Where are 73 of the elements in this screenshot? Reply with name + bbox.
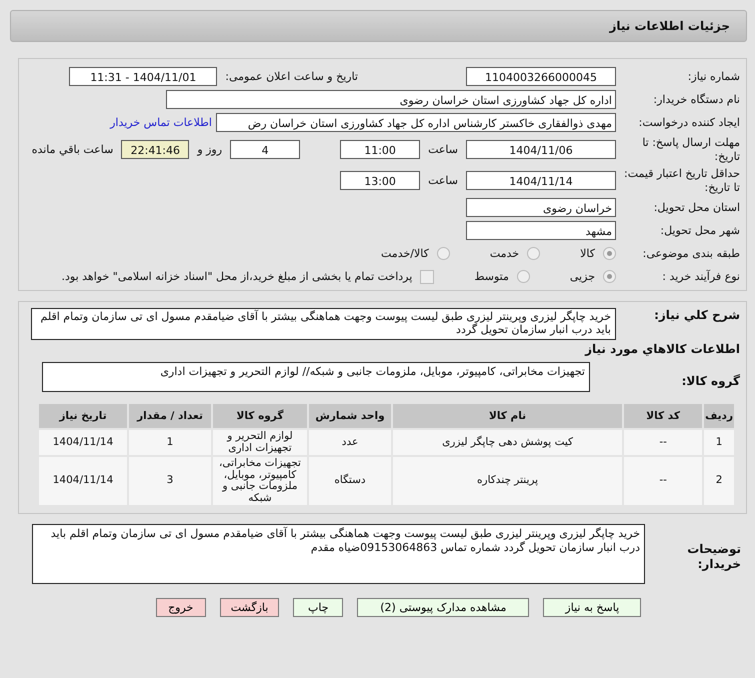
column-header: ردیف xyxy=(703,403,735,429)
field-label: مهلت ارسال پاسخ: تا تاریخ: xyxy=(641,136,741,163)
action-button[interactable]: چاپ xyxy=(293,598,344,618)
column-header: واحد شمارش xyxy=(308,403,392,429)
table-cell: 1 xyxy=(128,429,212,456)
checkbox[interactable] xyxy=(420,270,434,284)
column-header: نام کالا xyxy=(392,403,624,429)
table-cell: -- xyxy=(623,456,704,506)
radio-label: خدمت xyxy=(490,247,520,260)
page-title: جزئیات اطلاعات نیاز xyxy=(609,19,730,33)
table-cell: 3 xyxy=(128,456,212,506)
radio-button[interactable] xyxy=(516,270,530,283)
field-label: تاریخ و ساعت اعلان عمومی: xyxy=(224,70,359,83)
table-cell: عدد xyxy=(308,429,392,456)
action-button[interactable]: بازگشت xyxy=(220,598,280,618)
field-label: شماره نیاز: xyxy=(686,70,741,84)
remaining-time-field: 22:41:46 xyxy=(121,140,190,159)
action-button[interactable]: خروج xyxy=(156,598,206,618)
radio-label: کالا/خدمت xyxy=(381,247,429,260)
creator-field[interactable]: مهدی ذوالفقاری خاکستر کارشناس اداره کل جهاد کشاورزی استان خراسان رض xyxy=(216,113,616,132)
radio-button[interactable] xyxy=(436,247,450,260)
field-label: ساعت xyxy=(427,174,459,187)
table-cell: پرینتر چندکاره xyxy=(392,456,624,506)
checkbox-label: پرداخت تمام یا بخشی از مبلغ خرید،از محل "اسناد خزانه اسلامی" خواهد بود. xyxy=(62,270,412,283)
buyer-notes-box[interactable]: خرید چاپگر لیزری وپرینتر لیزری طبق لیست پیوست وجهت هماهنگی بیشتر با آقای ضیامقدم مسول ای تی سازمان وتمام اقلم باید درب انبار سازمان تحویل گردد شماره تماس 09153064863ضیاه مقدم xyxy=(32,524,645,584)
action-button[interactable]: مشاهده مدارک پیوستی (2) xyxy=(357,598,530,618)
goods-group-box[interactable]: تجهیزات مخابراتی، کامپیوتر، موبایل، ملزومات جانبی و شبکه// لوازم التحریر و تجهیزات اداری xyxy=(42,362,590,392)
table-cell: 1404/11/14 xyxy=(38,429,128,456)
field-label: گروه کالا: xyxy=(680,373,741,388)
days-field[interactable]: 4 xyxy=(230,140,300,159)
table-cell: 1404/11/14 xyxy=(38,456,128,506)
field-label: روز و xyxy=(196,143,224,156)
column-header: کد کالا xyxy=(623,403,704,429)
field-label: نوع فرآیند خرید : xyxy=(661,270,741,284)
field-label: حداقل تاریخ اعتبار قیمت: تا تاریخ: xyxy=(623,167,741,194)
time-field[interactable]: 11:00 xyxy=(340,140,420,159)
table-cell: -- xyxy=(623,429,704,456)
field-label: ایجاد کننده درخواست: xyxy=(638,116,741,130)
column-header: تاریخ نیاز xyxy=(38,403,128,429)
announce-date-field[interactable]: 1404/11/01 - 11:31 xyxy=(69,67,218,86)
radio-button[interactable] xyxy=(603,247,616,260)
need-number-field[interactable]: 1104003266000045 xyxy=(466,67,616,86)
table-cell: دستگاه xyxy=(308,456,392,506)
contact-link[interactable]: اطلاعات تماس خریدار xyxy=(110,116,216,129)
table-cell: کیت پوشش دهی چاپگر لیزری xyxy=(392,429,624,456)
table-cell: تجهیزات مخابراتی، کامپیوتر، موبایل، ملزومات جانبی و شبکه xyxy=(212,456,308,506)
field-label: استان محل تحویل: xyxy=(652,200,741,214)
date-field[interactable]: 1404/11/06 xyxy=(466,140,616,159)
time-field[interactable]: 13:00 xyxy=(340,171,420,190)
field-label: طبقه بندی موضوعی: xyxy=(642,246,741,260)
radio-label: متوسط xyxy=(474,270,509,283)
table-cell: لوازم التحریر و تجهیزات اداری xyxy=(212,429,308,456)
description-box[interactable]: خرید چاپگر لیزری وپرینتر لیزری طبق لیست پیوست وجهت هماهنگی بیشتر با آقای ضیامقدم مسول ای تی سازمان وتمام اقلم باید درب انبار سازمان تحویل گردد xyxy=(31,308,616,340)
field-label: شرح کلي نياز: xyxy=(653,308,741,322)
table-cell: 2 xyxy=(703,456,735,506)
section-heading: اطلاعات کالاهاي مورد نياز xyxy=(584,341,741,358)
city-field[interactable]: مشهد xyxy=(466,221,616,240)
radio-label: کالا xyxy=(580,247,595,260)
action-button[interactable]: پاسخ به نیاز xyxy=(543,598,642,618)
column-header: گروه کالا xyxy=(212,403,308,429)
column-header: تعداد / مقدار xyxy=(128,403,212,429)
field-label: توضیحات خریدار: xyxy=(686,541,742,572)
buyer-field[interactable]: اداره کل جهاد کشاورزی استان خراسان رضوی xyxy=(166,90,616,109)
field-label: ساعت xyxy=(427,143,459,156)
table-cell: 1 xyxy=(703,429,735,456)
date-field[interactable]: 1404/11/14 xyxy=(466,171,616,190)
field-label: شهر محل تحویل: xyxy=(659,224,741,238)
radio-button[interactable] xyxy=(603,270,616,283)
field-label: ساعت باقي مانده xyxy=(30,143,114,156)
province-field[interactable]: خراسان رضوی xyxy=(466,198,616,217)
field-label: نام دستگاه خریدار: xyxy=(652,92,741,106)
radio-label: جزیی xyxy=(570,270,595,283)
radio-button[interactable] xyxy=(527,247,540,260)
